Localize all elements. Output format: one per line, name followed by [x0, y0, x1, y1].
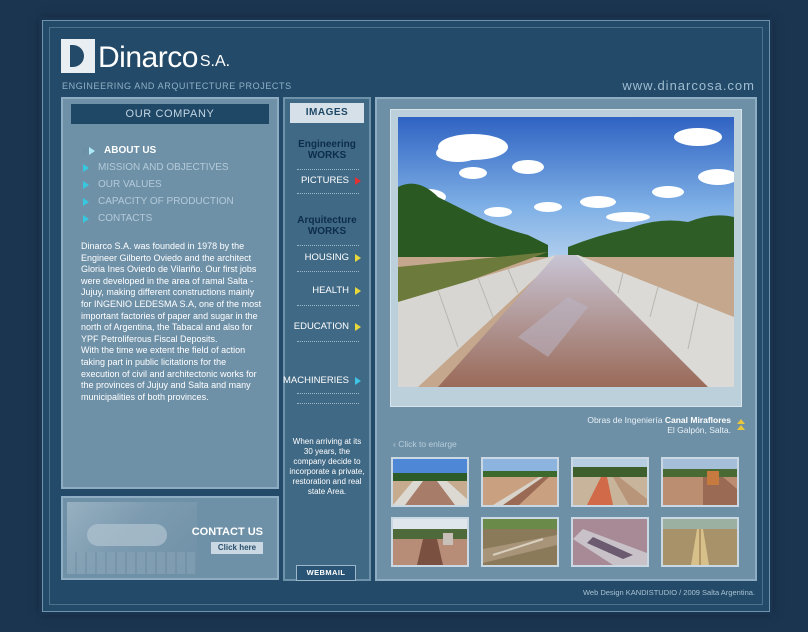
arrow-right-icon: [355, 253, 361, 262]
keyboard-hands-image: [67, 502, 197, 574]
thumbnail-2[interactable]: [481, 457, 559, 507]
menu-item-label: CONTACTS: [98, 213, 153, 224]
images-nav: IMAGES Engineering WORKS PICTURES Arquit…: [283, 97, 371, 581]
thumbnail-5[interactable]: [391, 517, 469, 567]
nav-item-pictures[interactable]: PICTURES: [285, 175, 369, 186]
company-note: When arriving at its 30 years, the compa…: [289, 437, 365, 496]
company-panel: OUR COMPANY ABOUT US MISSION AND OBJECTI…: [61, 97, 279, 489]
nav-item-education[interactable]: EDUCATION: [285, 321, 369, 332]
arrow-right-icon: [355, 376, 361, 385]
page-frame: Dinarco S.A. ENGINEERING AND ARQUITECTUR…: [42, 20, 770, 612]
heading-line: Arquitecture: [297, 215, 357, 226]
menu-item-capacity[interactable]: CAPACITY OF PRODUCTION: [83, 193, 277, 210]
enlarge-hint: ‹ Click to enlarge: [393, 439, 457, 449]
thumbnail-3[interactable]: [571, 457, 649, 507]
logo[interactable]: Dinarco S.A.: [61, 39, 230, 73]
nav-item-housing[interactable]: HOUSING: [285, 252, 369, 263]
menu-item-label: MISSION AND OBJECTIVES: [98, 162, 229, 173]
enlarge-label: Click to enlarge: [398, 439, 457, 449]
scroll-up-icon[interactable]: [737, 419, 745, 424]
main-photo-canal[interactable]: [398, 117, 734, 387]
nav-item-label: PICTURES: [300, 175, 349, 186]
thumbnail-4[interactable]: [661, 457, 739, 507]
menu-item-label: ABOUT US: [104, 145, 157, 156]
nav-item-label: HEALTH: [312, 285, 349, 296]
caption-name: Canal Miraflores: [664, 415, 731, 425]
webmail-button[interactable]: WEBMAIL: [296, 565, 356, 581]
arrow-icon: [83, 197, 89, 206]
brand-name: Dinarco: [98, 41, 198, 74]
engineering-works-heading: Engineering WORKS: [285, 139, 369, 161]
arquitecture-works-heading: Arquitecture WORKS: [285, 215, 369, 237]
site-url[interactable]: www.dinarcosa.com: [622, 78, 755, 93]
footer-credit: Web Design KANDISTUDIO / 2009 Salta Arge…: [582, 588, 755, 597]
arrow-right-icon: [355, 176, 361, 185]
photo-caption: Obras de Ingeniería Canal Miraflores El …: [587, 415, 731, 435]
logo-mark: [61, 39, 95, 73]
caption-place: El Galpón, Salta.: [667, 425, 731, 435]
nav-item-machineries[interactable]: MACHINERIES: [283, 375, 369, 386]
menu-item-about-us[interactable]: ABOUT US: [83, 142, 277, 159]
nav-item-health[interactable]: HEALTH: [285, 285, 369, 296]
thumbnail-8[interactable]: [661, 517, 739, 567]
nav-item-label: HOUSING: [304, 252, 349, 263]
scroll-up-icon[interactable]: [737, 425, 745, 430]
thumbnail-6[interactable]: [481, 517, 559, 567]
contact-title: CONTACT US: [191, 526, 263, 538]
about-text: Dinarco S.A. was founded in 1978 by the …: [81, 241, 265, 403]
panel-title: OUR COMPANY: [71, 104, 269, 124]
heading-line: WORKS: [307, 226, 347, 237]
heading-line: Engineering: [298, 139, 356, 150]
company-menu: ABOUT US MISSION AND OBJECTIVES OUR VALU…: [83, 142, 277, 227]
nav-item-label: EDUCATION: [293, 321, 349, 332]
main-photo-frame: [390, 109, 742, 407]
menu-item-values[interactable]: OUR VALUES: [83, 176, 277, 193]
heading-line: WORKS: [307, 150, 347, 161]
brand-tagline: ENGINEERING AND ARQUITECTURE PROJECTS: [62, 81, 292, 91]
menu-item-label: OUR VALUES: [98, 179, 162, 190]
caption-prefix: Obras de Ingeniería: [587, 415, 663, 425]
about-paragraph: With the time we extent the field of act…: [81, 345, 257, 402]
about-paragraph: Dinarco S.A. was founded in 1978 by the …: [81, 241, 262, 344]
arrow-icon: [83, 163, 89, 172]
nav-item-label: MACHINERIES: [283, 375, 349, 386]
arrow-right-icon: [355, 322, 361, 331]
images-header: IMAGES: [290, 103, 364, 123]
contact-button[interactable]: Click here: [211, 542, 263, 554]
gallery-panel: Obras de Ingeniería Canal Miraflores El …: [375, 97, 757, 581]
menu-item-mission[interactable]: MISSION AND OBJECTIVES: [83, 159, 277, 176]
arrow-icon: [83, 180, 89, 189]
thumbnail-7[interactable]: [571, 517, 649, 567]
arrow-icon: [83, 214, 89, 223]
arrow-icon: [89, 146, 95, 155]
brand-suffix: S.A.: [199, 53, 231, 70]
arrow-icon: [83, 146, 88, 155]
menu-item-contacts[interactable]: CONTACTS: [83, 210, 277, 227]
thumbnail-1[interactable]: [391, 457, 469, 507]
arrow-right-icon: [355, 286, 361, 295]
menu-item-label: CAPACITY OF PRODUCTION: [98, 196, 234, 207]
contact-panel[interactable]: CONTACT US Click here: [61, 496, 279, 580]
